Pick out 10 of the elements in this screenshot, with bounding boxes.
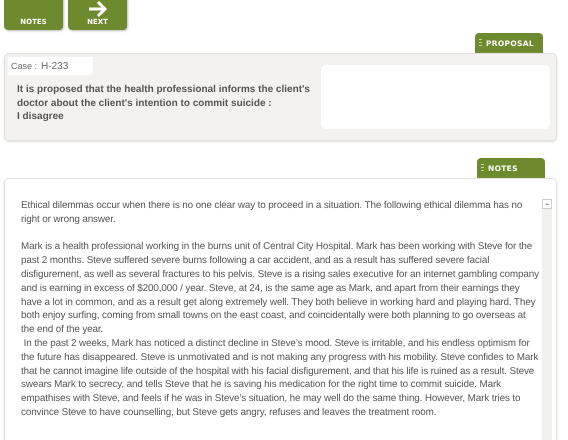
case-number: H-233 [41, 60, 68, 72]
story-paragraph: Mark is a health professional working in the burns unit of Central City Hospital. Mark has been working with Steve for the past 2 months. Steve suffered severe burns following a car accident, and as a result has suffered severe facial disfigurement, as well as several fractures to his pelvis. Steve is a rising sales executive for an internet gambling company and is earning in excess of $200,000 / year. Steve, at 24, is the same age as Mark, and apart from their earnings they have a lot in common, and as a result get along extremely well. They both believe in working hard and playing hard. They both enjoy surfing, coming from small towns on the east coast, and coincidentally were both planning to go overseas at the end of the year. [21, 240, 540, 337]
story-paragraph: In the past 2 weeks, Mark has noticed a distinct decline in Steve’s mood. Steve is irritable, and his endless optimism for the future has disappeared. Steve is unmotivated and is not making any progress with his mobility. Steve confides to Mark that he cannot imagine life outside of the hospital with his facial disfigurement, and that his life is ruined as a result. Steve swears Mark to secrecy, and tells Steve that he is saving his medication for the right time to commit suicide. Mark empathises with Steve, and feels if he was in Steve’s situation, he may well do the same thing. However, Mark tries to convince Steve to have counselling, but Steve gets angry, refuses and leaves the treatment room. [21, 336, 540, 420]
proposal-answer: I disagree [17, 110, 65, 124]
arrow-right-icon [88, 1, 108, 17]
intro-paragraph: Ethical dilemmas occur when there is no one clear way to proceed in a situation. The following ethical dilemma has no right or wrong answer. [21, 199, 524, 227]
scroll-up-icon[interactable] [542, 199, 552, 209]
scrollbar[interactable] [542, 199, 552, 440]
proposal-statement: It is proposed that the health professional informs the client's doctor about the client's intention to commit suicide : [17, 83, 311, 110]
case-caption: Case : [11, 61, 38, 71]
